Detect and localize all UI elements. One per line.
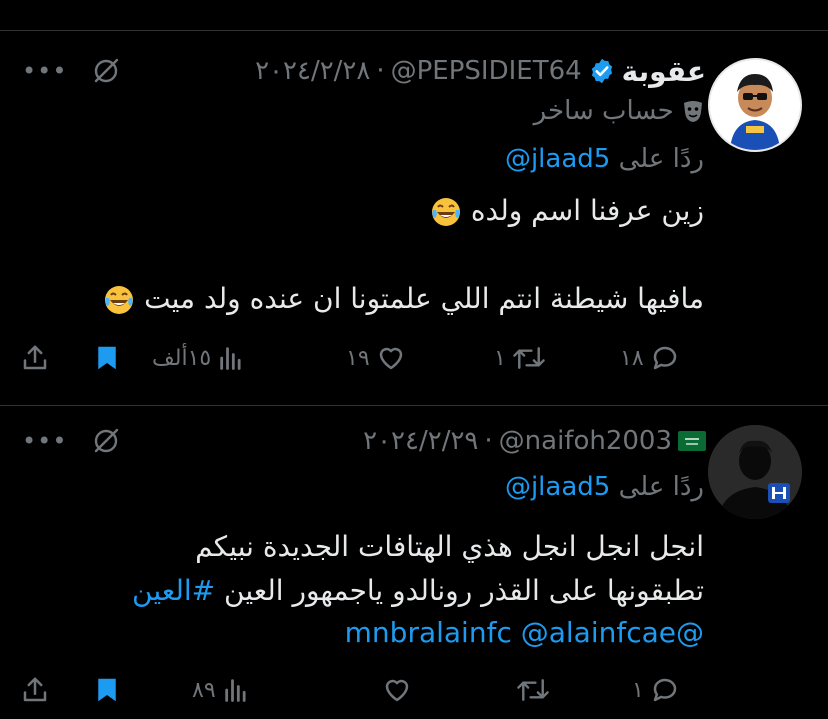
retweet-icon (517, 679, 549, 701)
tweet-text: زين عرفنا اسم ولده (470, 194, 704, 227)
share-icon (23, 345, 47, 370)
reply-button[interactable]: ١ (632, 670, 680, 710)
laughing-tears-emoji-icon (430, 196, 462, 228)
bookmark-button[interactable] (92, 338, 122, 378)
tweet-text: مافيها شيطنة انتم اللي علمتونا ان عنده و… (144, 282, 704, 315)
views-chart-icon (224, 679, 246, 702)
views-count: ١٥ألف (152, 345, 212, 371)
reply-mention-link[interactable]: @jlaad5 (505, 472, 610, 502)
tweet-1-header: ٢٠٢٤/٢/٢٨ · @PEPSIDIET64 عقوبة (255, 51, 706, 91)
tweet-text-line-2: تطبقونها على القذر رونالدو ياجمهور العين… (132, 574, 704, 607)
tweet-date[interactable]: ٢٠٢٤/٢/٢٨ (255, 56, 370, 86)
tweet-1-tools: ••• (22, 51, 121, 91)
author-name[interactable]: عقوبة (622, 55, 706, 88)
like-button[interactable]: ١٩ (346, 338, 406, 378)
reply-prefix: ردًا على (618, 144, 704, 174)
parody-text: حساب ساخر (533, 96, 674, 126)
tweet-2-actions: ٨٩ ١ (20, 670, 692, 710)
tweet-1-actions: ١٥ألف ١٩ ١ ١٨ (20, 338, 692, 378)
author-handle[interactable]: @PEPSIDIET64 (391, 56, 582, 86)
dot-separator: · (376, 56, 385, 86)
views-button[interactable]: ٨٩ (192, 670, 250, 710)
views-button[interactable]: ١٥ألف (152, 338, 245, 378)
views-count: ٨٩ (192, 677, 216, 703)
hashtag-link[interactable]: #العين (132, 574, 215, 607)
more-options-icon[interactable]: ••• (22, 427, 67, 455)
grok-icon[interactable] (91, 56, 121, 86)
saudi-flag-icon (678, 431, 706, 451)
tweet-text-line-1: انجل انجل انجل هذي الهتافات الجديدة نبيك… (195, 530, 704, 563)
replying-to: ردًا على @jlaad5 (505, 472, 704, 502)
retweet-button[interactable]: ١ (494, 338, 546, 378)
like-button[interactable] (376, 670, 412, 710)
parody-label: حساب ساخر (534, 96, 704, 126)
tweet-divider (0, 405, 828, 406)
top-divider (0, 30, 828, 31)
retweet-icon (513, 347, 545, 369)
grok-icon[interactable] (91, 426, 121, 456)
cartoon-avatar-icon (710, 60, 800, 150)
verified-badge-icon (588, 57, 616, 85)
reply-bubble-icon (653, 678, 677, 702)
views-chart-icon (220, 347, 241, 370)
heart-icon (385, 679, 409, 702)
retweets-count: ١ (494, 345, 506, 371)
tweet-text-line-1: زين عرفنا اسم ولده (430, 194, 704, 228)
tweet-date[interactable]: ٢٠٢٤/٢/٢٩ (363, 426, 478, 456)
reply-prefix: ردًا على (618, 472, 704, 502)
bookmark-button[interactable] (92, 670, 122, 710)
reply-button[interactable]: ١٨ (620, 338, 680, 378)
mentions-line: @mnbralainfc @alainfcae (345, 616, 704, 649)
reply-bubble-icon (653, 346, 676, 370)
retweet-button[interactable] (510, 670, 550, 710)
tweet-text: تطبقونها على القذر رونالدو ياجمهور العين (224, 574, 704, 607)
share-button[interactable] (20, 670, 50, 710)
tweet-text-line-2: مافيها شيطنة انتم اللي علمتونا ان عنده و… (103, 282, 704, 316)
likes-count: ١٩ (346, 345, 370, 371)
dot-separator: · (484, 426, 493, 456)
heart-icon (379, 347, 402, 370)
author-handle[interactable]: @naifoh2003 (499, 426, 672, 456)
share-icon (23, 677, 47, 702)
replying-to: ردًا على @jlaad5 (505, 144, 704, 174)
avatar-naifoh2003[interactable] (708, 425, 802, 519)
share-button[interactable] (20, 338, 50, 378)
avatar-pepsidiet64[interactable] (708, 58, 802, 152)
tweet-2-header: ٢٠٢٤/٢/٢٩ · @naifoh2003 (363, 421, 706, 461)
silhouette-avatar-icon (708, 425, 802, 519)
more-options-icon[interactable]: ••• (22, 57, 67, 85)
alhilal-crest-icon (768, 483, 790, 503)
theater-mask-icon (682, 100, 704, 124)
laughing-tears-emoji-icon (103, 284, 135, 316)
tweet-2-tools: ••• (22, 421, 121, 461)
replies-count: ١ (632, 677, 644, 703)
reply-mention-link[interactable]: @jlaad5 (505, 144, 610, 174)
tweet-text: انجل انجل انجل هذي الهتافات الجديدة نبيك… (195, 530, 704, 563)
replies-count: ١٨ (620, 345, 644, 371)
mention-links[interactable]: @mnbralainfc @alainfcae (345, 616, 704, 649)
bookmark-filled-icon (98, 678, 116, 702)
bookmark-filled-icon (98, 346, 116, 370)
